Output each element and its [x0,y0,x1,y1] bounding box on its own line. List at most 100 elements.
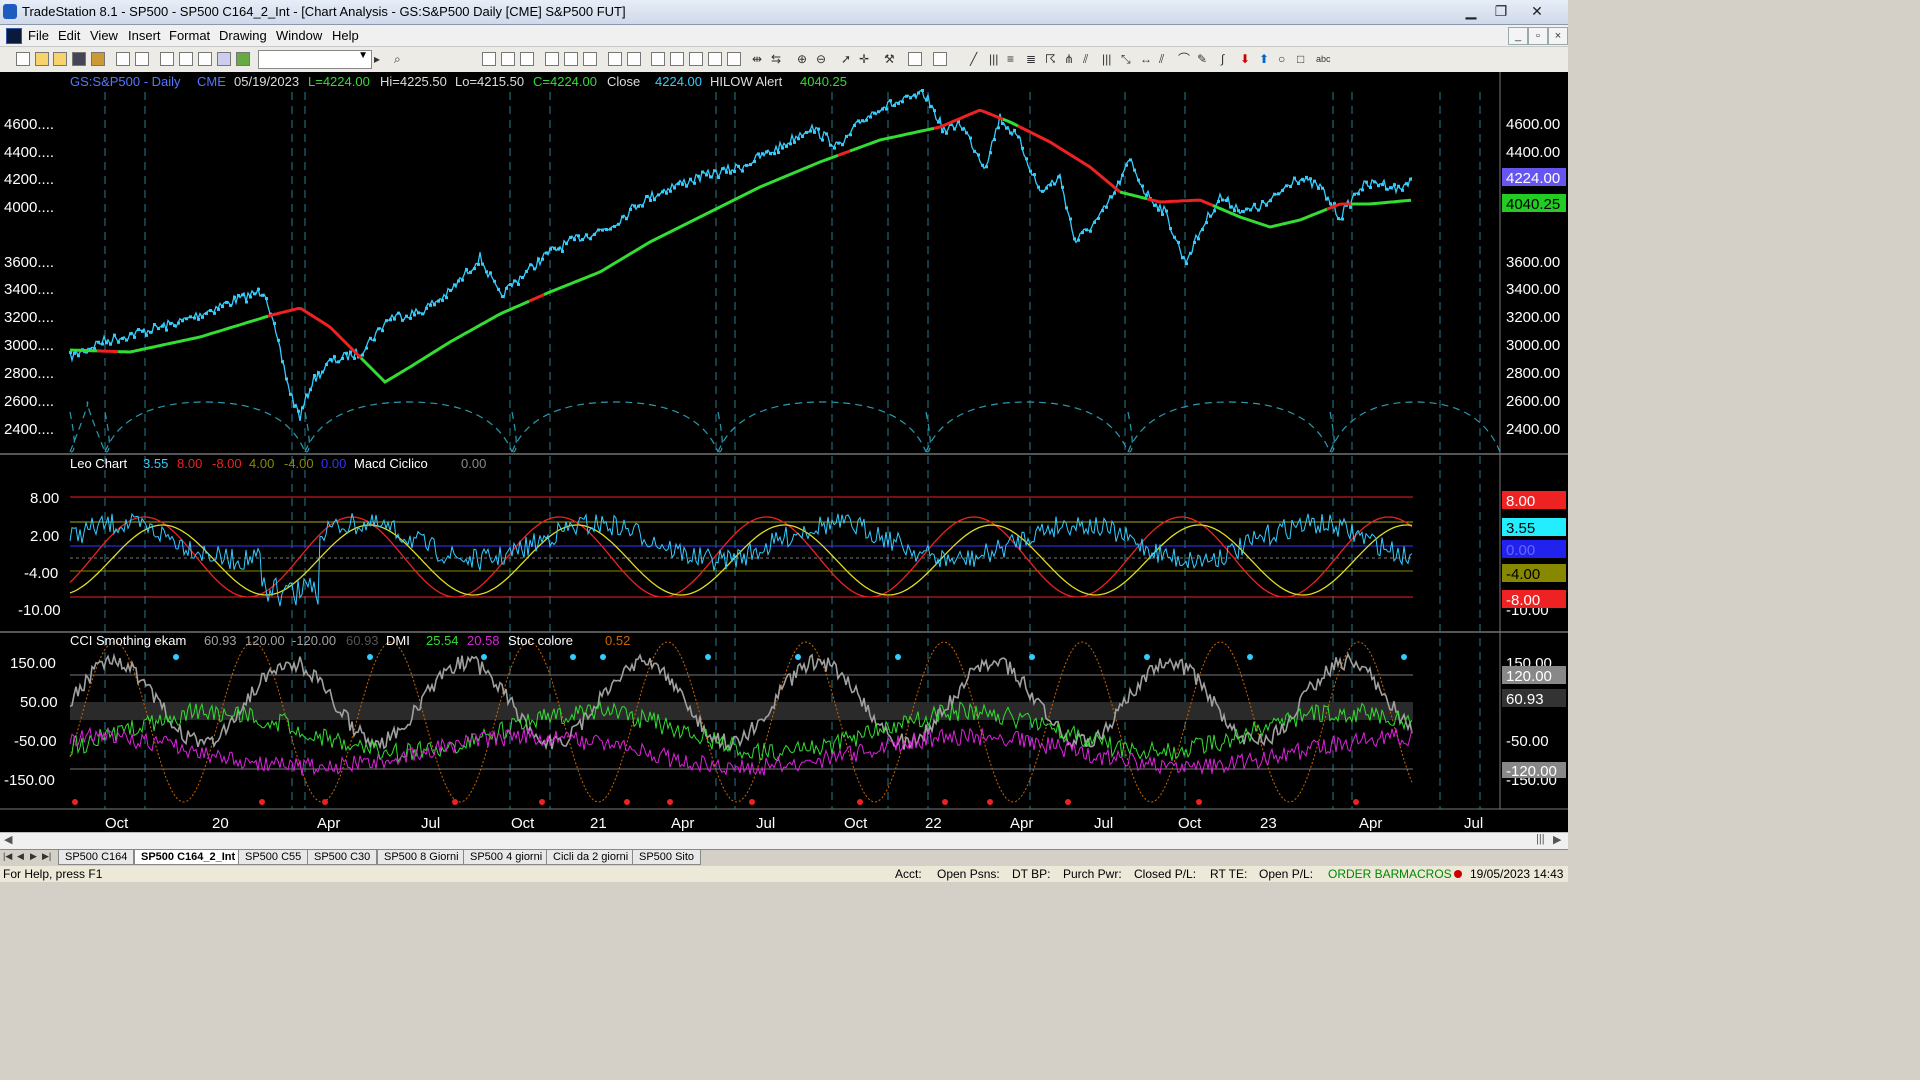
cci-value: 60.93 [346,633,379,648]
andrews-icon[interactable]: ⋔ [1064,51,1074,67]
chart-window-icon[interactable] [6,28,22,44]
bars-icon[interactable] [651,52,665,66]
new-icon[interactable] [16,52,30,66]
compress-icon[interactable]: ⇹ [752,51,762,67]
tab-prev-icon[interactable]: ◀ [17,851,24,862]
restore-button[interactable]: ❐ [1486,1,1516,21]
chart-canvas[interactable]: GS:S&P500 - Daily CME 05/19/2023 L=4224.… [0,72,1568,832]
copy-icon[interactable] [179,52,193,66]
tab-sp500-sito[interactable]: SP500 Sito [632,850,702,865]
price-bar [453,283,456,287]
channel-icon[interactable]: ⫽ [1159,51,1164,67]
shortcut-icon[interactable] [933,52,947,66]
tab-sp500-4-giorni[interactable]: SP500 4 giorni [463,850,550,865]
workspace-icon[interactable] [91,52,105,66]
save-icon[interactable] [72,52,86,66]
curve-icon[interactable]: ∫ [1221,51,1224,67]
chart-style2-icon[interactable] [501,52,515,66]
close-button[interactable]: ✕ [1522,1,1552,21]
menu-edit[interactable]: Edit [58,28,80,43]
ellipse-icon[interactable]: ○ [1278,51,1285,67]
menu-view[interactable]: View [90,28,118,43]
print-preview-icon[interactable] [116,52,130,66]
zoom-find-icon[interactable]: ⌕ [394,51,401,67]
open-icon[interactable] [35,52,49,66]
symbol-dropdown[interactable]: ▼ [258,50,372,69]
price-bar [433,303,436,307]
globe-icon[interactable] [236,52,250,66]
format-icon[interactable] [217,52,231,66]
wave-icon[interactable] [545,52,559,66]
price-tick-right: 4400.00 [1506,144,1560,161]
rectangle-icon[interactable]: □ [1297,51,1304,67]
speed-lines-icon[interactable]: ⫽ [1083,51,1088,67]
menu-drawing[interactable]: Drawing [219,28,267,43]
fibonacci-icon[interactable]: ≣ [1026,51,1036,67]
analysis-icon[interactable] [627,52,641,66]
mdi-close-button[interactable]: × [1548,27,1568,45]
data-window-icon[interactable] [727,52,741,66]
print-icon[interactable] [135,52,149,66]
arrow-right-icon[interactable]: ▸ [374,51,380,67]
regression-icon[interactable]: ⤡ [1121,51,1131,67]
zoom-in-icon[interactable]: ⊕ [797,51,807,67]
cycle-lines-icon[interactable]: ||| [1102,51,1111,67]
cci-flag-m120-text: -120.00 [1506,763,1557,780]
up-arrow-icon[interactable]: ⬆ [1259,51,1269,67]
candles-icon[interactable] [670,52,684,66]
scroll-thumb-icon[interactable]: ||| [1536,833,1545,845]
tab-next-icon[interactable]: ▶ [30,851,37,862]
trendline-icon[interactable]: ╱ [970,51,977,67]
macros-button[interactable]: MACROS [1399,867,1452,881]
tab-cicli-2-giorni[interactable]: Cicli da 2 giorni [546,850,636,865]
expand-icon[interactable]: ⇆ [771,51,781,67]
gann-icon[interactable]: ☈ [1045,51,1056,67]
zoom-out-icon[interactable]: ⊖ [816,51,826,67]
pointer-icon[interactable]: ➚ [841,51,851,67]
open-folder-icon[interactable] [53,52,67,66]
mdi-restore-button[interactable]: ▫ [1528,27,1548,45]
mdi-minimize-button[interactable]: _ [1508,27,1528,45]
tab-sp500-8-giorni[interactable]: SP500 8 Giorni [377,850,466,865]
minimize-button[interactable]: ▁ [1456,1,1486,21]
cci-tick-left: 50.00 [20,694,58,711]
menu-format[interactable]: Format [169,28,210,43]
cursor-cross-icon[interactable]: ✛ [859,51,869,67]
menu-help[interactable]: Help [332,28,359,43]
chart-style-icon[interactable] [482,52,496,66]
point-figure-icon[interactable] [708,52,722,66]
horizontal-line-icon[interactable]: ≡ [1007,51,1014,67]
tools-icon[interactable]: ⚒ [884,51,895,67]
indicator-icon[interactable] [564,52,578,66]
tab-sp500-c55[interactable]: SP500 C55 [238,850,309,865]
vertical-line-icon[interactable]: ||| [989,51,998,67]
object-list-icon[interactable] [908,52,922,66]
line-chart-icon[interactable] [689,52,703,66]
cut-icon[interactable] [160,52,174,66]
order-bar-button[interactable]: ORDER BAR [1328,867,1399,881]
scroll-right-icon[interactable]: ▶ [1553,833,1561,846]
tab-sp500-c30[interactable]: SP500 C30 [307,850,378,865]
price-bar [457,279,460,283]
tab-sp500-c164-2-int[interactable]: SP500 C164_2_Int [134,850,243,865]
menu-window[interactable]: Window [276,28,322,43]
scroll-left-icon[interactable]: ◀ [4,833,12,846]
paste-icon[interactable] [198,52,212,66]
down-arrow-icon[interactable]: ⬇ [1240,51,1250,67]
price-bar [1053,182,1056,186]
strategy-icon[interactable] [583,52,597,66]
arrow-line-icon[interactable]: ↔ [1140,51,1152,67]
menu-file[interactable]: File [28,28,49,43]
arc-icon[interactable]: ⌒ [1178,51,1190,67]
grid-icon[interactable] [520,52,534,66]
pencil-icon[interactable]: ✎ [1197,51,1207,67]
insert-symbol-icon[interactable] [608,52,622,66]
tab-last-icon[interactable]: ▶| [42,851,51,862]
text-tool-icon[interactable]: abc [1316,51,1331,67]
tab-sp500-c164[interactable]: SP500 C164 [58,850,135,865]
price-tick-right: 2400.00 [1506,421,1560,438]
menu-insert[interactable]: Insert [128,28,161,43]
tab-first-icon[interactable]: |◀ [3,851,12,862]
horizontal-scrollbar[interactable]: ◀ ||| ▶ [0,832,1568,849]
chart-analysis-window[interactable]: GS:S&P500 - Daily CME 05/19/2023 L=4224.… [0,72,1568,833]
